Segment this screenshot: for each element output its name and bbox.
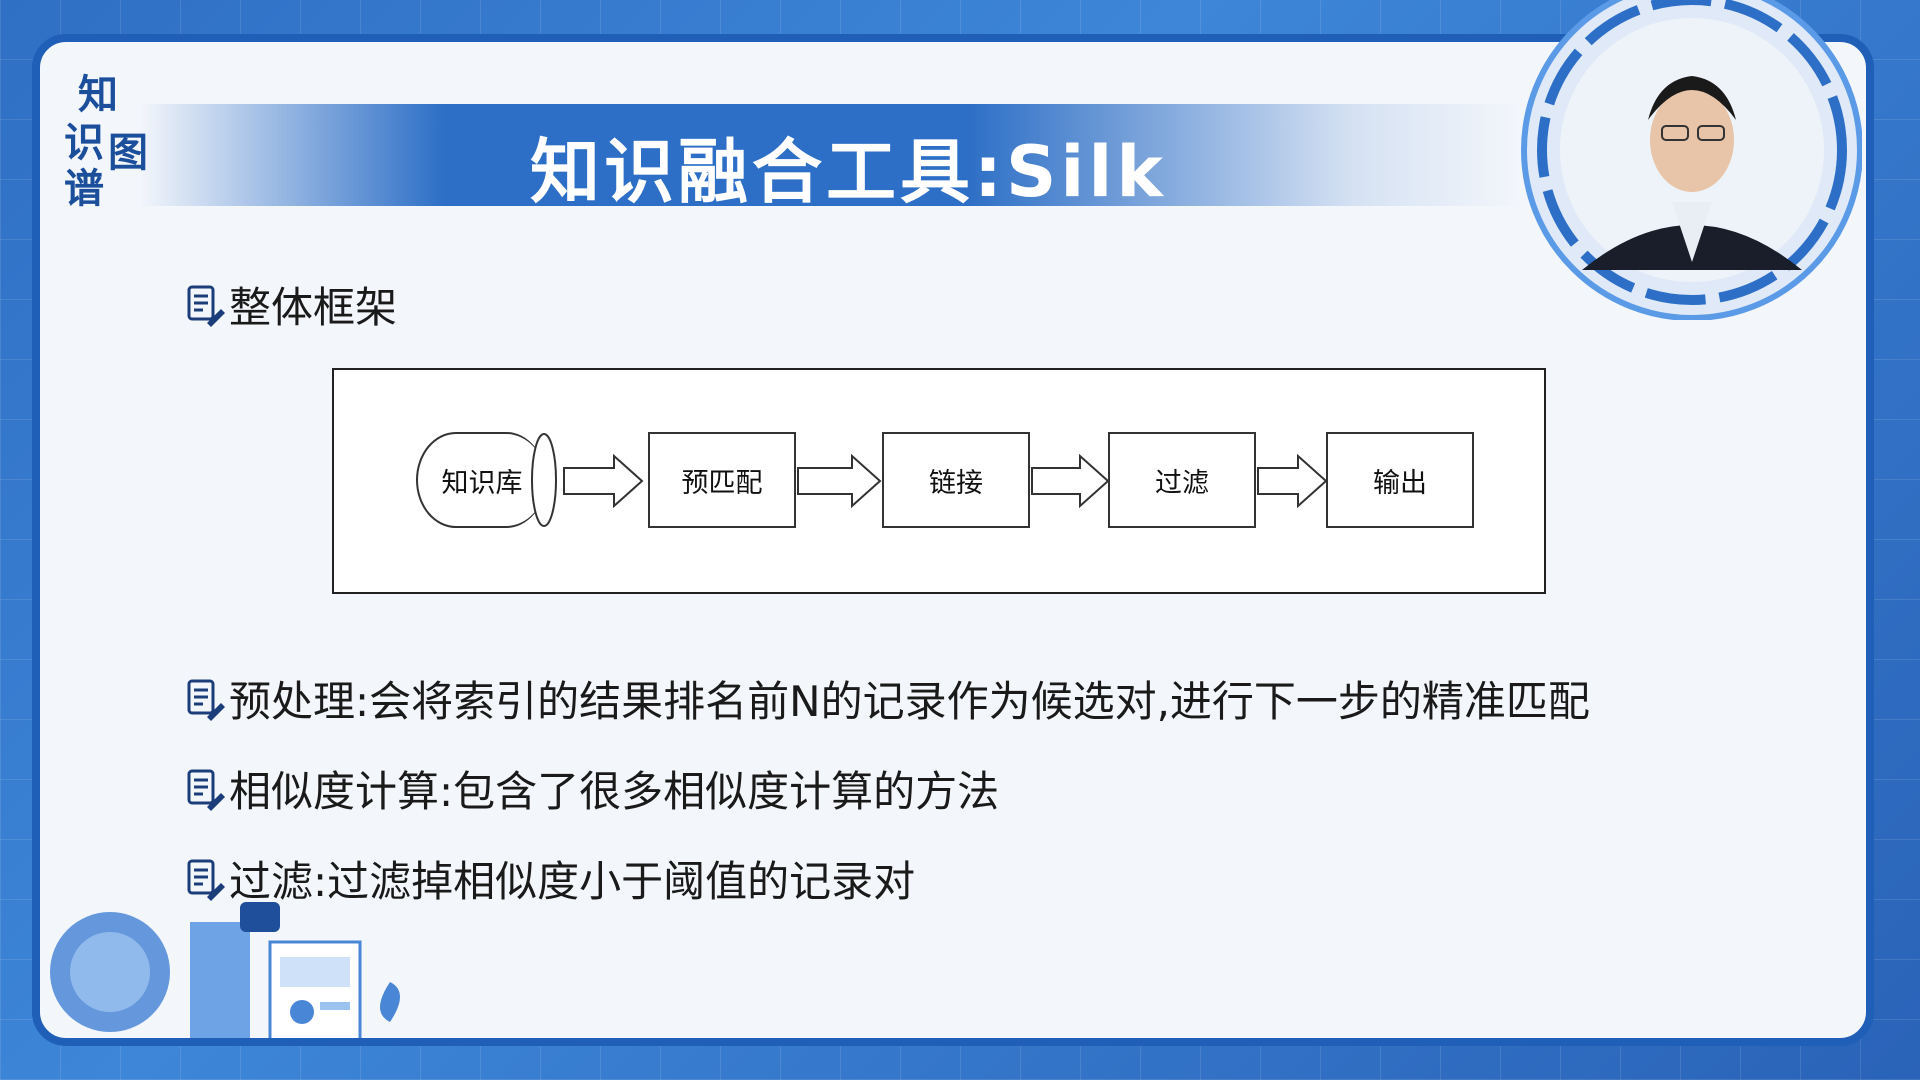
node-output: 输出	[1326, 432, 1474, 528]
node-label: 链接	[929, 467, 983, 499]
logo-char: 谱	[64, 166, 104, 212]
bullet-framework: 整体框架	[185, 274, 397, 335]
presenter-video	[1521, 0, 1862, 320]
node-label: 知识库	[441, 467, 523, 499]
note-edit-icon	[187, 769, 225, 811]
node-link: 链接	[882, 432, 1030, 528]
node-prematch: 预匹配	[648, 432, 796, 528]
cylinder-edge	[531, 433, 557, 527]
node-filter: 过滤	[1108, 432, 1256, 528]
bullet-text: 预处理:会将索引的结果排名前N的记录作为候选对,进行下一步的精准匹配	[229, 677, 1590, 726]
node-label: 输出	[1373, 467, 1427, 499]
arrow-icon	[1031, 454, 1110, 508]
node-knowledge-base: 知识库	[416, 432, 546, 528]
bullet-preprocess: 预处理:会将索引的结果排名前N的记录作为候选对,进行下一步的精准匹配	[185, 668, 1590, 729]
arrow-icon	[1257, 454, 1328, 508]
flow-diagram: 知识库 预匹配 链接 过滤 输出	[332, 368, 1546, 594]
page-title: 知识融合工具:Silk	[530, 131, 1167, 213]
note-edit-icon	[187, 679, 225, 721]
node-label: 预匹配	[681, 467, 763, 499]
note-edit-icon	[187, 285, 225, 327]
bullet-text: 相似度计算:包含了很多相似度计算的方法	[229, 767, 1000, 816]
node-label: 过滤	[1155, 467, 1209, 499]
bullet-text: 整体框架	[229, 283, 398, 332]
arrow-icon	[563, 454, 644, 508]
arrow-icon	[797, 454, 882, 508]
tech-illustration	[50, 902, 400, 1038]
bullet-similarity: 相似度计算:包含了很多相似度计算的方法	[185, 758, 999, 819]
